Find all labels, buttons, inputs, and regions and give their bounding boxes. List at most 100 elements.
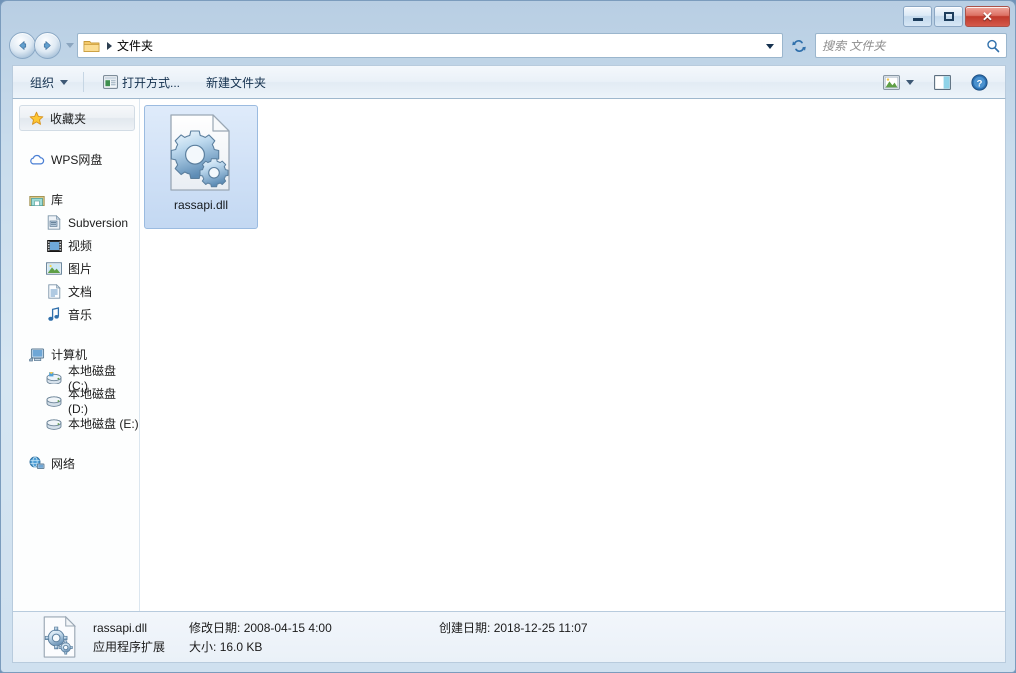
details-line-1: rassapi.dll 修改日期: 2008-04-15 4:00 创建日期: … <box>93 618 588 637</box>
minimize-icon <box>912 17 923 21</box>
sidebar-pictures-label: 图片 <box>68 262 93 276</box>
window-controls: ✕ <box>903 6 1010 27</box>
recent-locations-button[interactable] <box>66 43 74 48</box>
sidebar-item-favorites[interactable]: 收藏夹 <box>19 105 135 131</box>
details-text: rassapi.dll 修改日期: 2008-04-15 4:00 创建日期: … <box>93 616 588 658</box>
preview-pane-icon <box>934 74 951 90</box>
open-with-button[interactable]: 打开方式... <box>94 69 189 95</box>
details-pane: rassapi.dll 修改日期: 2008-04-15 4:00 创建日期: … <box>12 611 1006 663</box>
sidebar-item-videos[interactable]: 视频 <box>13 234 139 257</box>
breadcrumb-dropdown-icon[interactable] <box>766 44 774 49</box>
search-box[interactable]: 搜索 文件夹 <box>815 33 1007 58</box>
new-folder-label: 新建文件夹 <box>206 75 267 90</box>
open-with-label: 打开方式... <box>122 75 181 90</box>
details-file-name: rassapi.dll <box>93 620 148 635</box>
sidebar-computer-label: 计算机 <box>51 348 88 362</box>
sidebar-wps-label: WPS网盘 <box>51 153 103 167</box>
subversion-icon <box>46 215 62 231</box>
details-file-type: 应用程序扩展 <box>93 640 166 654</box>
details-modified: 修改日期: 2008-04-15 4:00 <box>189 619 439 636</box>
folder-icon <box>83 39 100 53</box>
document-icon <box>46 284 62 300</box>
maximize-icon <box>943 12 954 21</box>
file-list-view[interactable]: rassapi.dll <box>140 99 1005 611</box>
star-icon <box>28 110 44 126</box>
sidebar-item-pictures[interactable]: 图片 <box>13 257 139 280</box>
dll-gear-icon <box>39 615 81 658</box>
sidebar-item-drive-d[interactable]: 本地磁盘 (D:) <box>13 387 139 416</box>
refresh-icon <box>791 39 806 52</box>
refresh-button[interactable] <box>787 33 810 58</box>
open-with-icon <box>103 75 118 89</box>
breadcrumb-current[interactable]: 文件夹 <box>117 37 153 54</box>
details-created: 创建日期: 2018-12-25 11:07 <box>439 619 588 636</box>
sidebar-videos-label: 视频 <box>68 239 93 253</box>
cloud-icon <box>29 152 45 168</box>
window-frame: ✕ 文件夹 搜索 文件夹 组织 打开方式... 新建文件夹 ? 收藏夹 WPS网… <box>1 1 1015 672</box>
network-icon <box>29 456 45 472</box>
svg-text:?: ? <box>977 78 983 89</box>
toolbar-divider <box>83 72 85 92</box>
file-name-label: rassapi.dll <box>173 198 229 212</box>
sidebar-favorites-label: 收藏夹 <box>50 111 87 126</box>
organize-label: 组织 <box>30 75 55 90</box>
back-arrow-icon <box>19 41 27 50</box>
details-line-2: 应用程序扩展 大小: 16.0 KB <box>93 637 588 656</box>
sidebar-item-subversion[interactable]: Subversion <box>13 211 139 234</box>
help-icon: ? <box>971 73 988 91</box>
sidebar-item-documents[interactable]: 文档 <box>13 280 139 303</box>
drive-icon <box>46 416 62 432</box>
sidebar-item-drive-e[interactable]: 本地磁盘 (E:) <box>13 412 139 435</box>
search-input[interactable]: 搜索 文件夹 <box>822 37 986 54</box>
close-icon: ✕ <box>982 9 993 24</box>
sidebar-item-wps[interactable]: WPS网盘 <box>13 148 139 171</box>
help-button[interactable]: ? <box>962 69 997 95</box>
chevron-down-icon <box>60 79 69 85</box>
sidebar-item-library[interactable]: 库 <box>13 188 139 211</box>
sidebar-music-label: 音乐 <box>68 308 93 322</box>
search-icon <box>987 39 1000 52</box>
command-bar: 组织 打开方式... 新建文件夹 ? <box>12 65 1006 99</box>
library-icon <box>29 192 45 208</box>
explorer-body: 收藏夹 WPS网盘 库 Subversion 视频 图片 文档 音乐 计算机 本… <box>12 99 1006 611</box>
video-icon <box>46 238 62 254</box>
show-preview-pane-button[interactable] <box>925 69 960 95</box>
sidebar-item-network[interactable]: 网络 <box>13 452 139 475</box>
details-size: 大小: 16.0 KB <box>189 638 262 655</box>
navigation-buttons <box>9 32 74 59</box>
details-size-label: 大小: <box>189 640 217 654</box>
forward-button[interactable] <box>34 32 61 59</box>
view-chevron-down-icon <box>906 79 914 85</box>
sidebar-drive-d-label: 本地磁盘 (D:) <box>68 387 117 416</box>
forward-arrow-icon <box>43 41 51 50</box>
sidebar-network-label: 网络 <box>51 457 76 471</box>
close-button[interactable]: ✕ <box>965 6 1010 27</box>
organize-button[interactable]: 组织 <box>17 69 77 95</box>
details-created-value: 2018-12-25 11:07 <box>493 621 588 635</box>
explorer-window: ✕ 文件夹 搜索 文件夹 组织 打开方式... 新建文件夹 ? 收藏夹 WPS网… <box>0 0 1016 673</box>
breadcrumb-separator-icon <box>107 41 112 50</box>
maximize-button[interactable] <box>934 6 963 27</box>
back-button[interactable] <box>9 32 36 59</box>
new-folder-button[interactable]: 新建文件夹 <box>193 69 275 95</box>
sidebar-documents-label: 文档 <box>68 285 93 299</box>
change-view-button[interactable] <box>874 69 923 95</box>
system-drive-icon <box>46 370 62 386</box>
file-item[interactable]: rassapi.dll <box>144 105 258 229</box>
sidebar-library-label: 库 <box>51 193 64 207</box>
sidebar-item-music[interactable]: 音乐 <box>13 303 139 326</box>
breadcrumb-bar[interactable]: 文件夹 <box>77 33 783 58</box>
minimize-button[interactable] <box>903 6 932 27</box>
computer-icon <box>29 347 45 363</box>
command-bar-right: ? <box>872 69 1005 95</box>
title-bar: ✕ <box>1 1 1016 30</box>
details-modified-value: 2008-04-15 4:00 <box>243 621 332 635</box>
details-created-label: 创建日期: <box>439 621 491 635</box>
drive-icon <box>46 393 62 409</box>
picture-icon <box>46 261 62 277</box>
navigation-pane: 收藏夹 WPS网盘 库 Subversion 视频 图片 文档 音乐 计算机 本… <box>13 99 140 611</box>
